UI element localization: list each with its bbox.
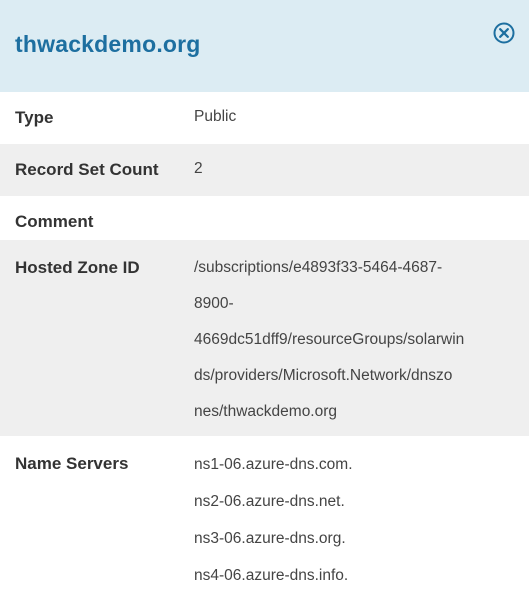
name-servers-list: ns1-06.azure-dns.com. ns2-06.azure-dns.n… [180, 436, 529, 600]
comment-row: Comment [0, 196, 529, 240]
type-value: Public [194, 108, 237, 125]
record-set-count-value: 2 [194, 160, 203, 177]
type-row: Type Public [0, 92, 529, 144]
hosted-zone-id-line: 8900- [194, 295, 234, 312]
record-set-count-row: Record Set Count 2 [0, 144, 529, 196]
name-server-item: ns1-06.azure-dns.com. [194, 456, 353, 473]
record-set-count-label: Record Set Count [15, 160, 159, 179]
name-servers-row: Name Servers ns1-06.azure-dns.com. ns2-0… [0, 436, 529, 600]
close-icon[interactable] [493, 22, 515, 44]
panel-header: thwackdemo.org [0, 0, 529, 92]
comment-label: Comment [15, 212, 94, 231]
hosted-zone-id-line: nes/thwackdemo.org [194, 403, 338, 420]
type-label: Type [15, 108, 54, 127]
hosted-zone-id-value: /subscriptions/e4893f33-5464-4687- 8900-… [180, 240, 515, 436]
hosted-zone-id-row: Hosted Zone ID /subscriptions/e4893f33-5… [0, 240, 529, 436]
hosted-zone-id-line: ds/providers/Microsoft.Network/dnszo [194, 367, 453, 384]
comment-value [180, 196, 529, 240]
hosted-zone-id-line: 4669dc51dff9/resourceGroups/solarwin [194, 331, 465, 348]
name-server-item: ns2-06.azure-dns.net. [194, 493, 345, 510]
name-server-item: ns4-06.azure-dns.info. [194, 567, 349, 584]
zone-details-panel: thwackdemo.org Type Public Record Set Co… [0, 0, 529, 600]
hosted-zone-id-line: /subscriptions/e4893f33-5464-4687- [194, 259, 443, 276]
hosted-zone-id-label: Hosted Zone ID [15, 258, 140, 277]
name-servers-label: Name Servers [15, 454, 129, 473]
panel-title: thwackdemo.org [15, 31, 201, 57]
name-server-item: ns3-06.azure-dns.org. [194, 530, 346, 547]
